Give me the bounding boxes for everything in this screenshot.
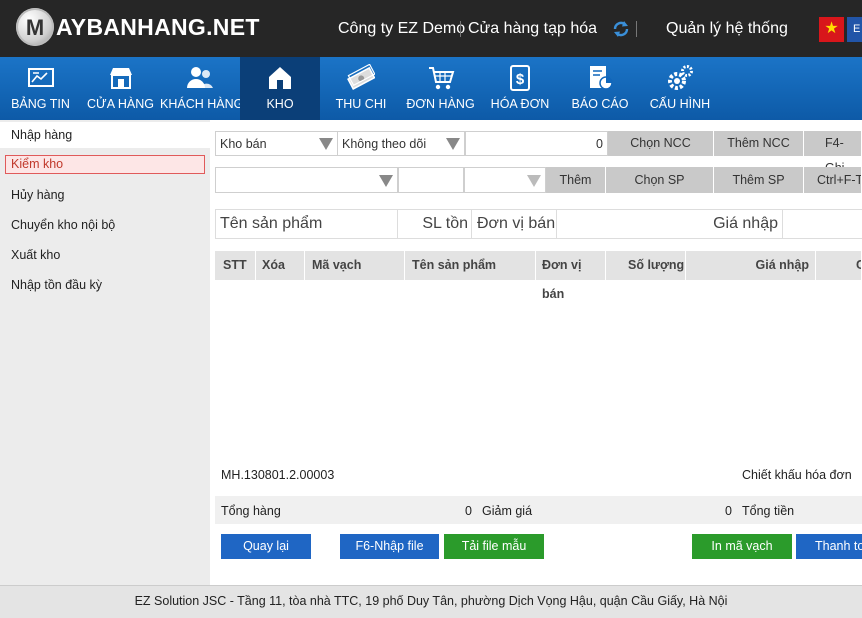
chevron-down-icon [379, 175, 393, 187]
import-file-button[interactable]: F6-Nhập file [340, 534, 439, 559]
footer: EZ Solution JSC - Tầng 11, tòa nhà TTC, … [0, 585, 862, 618]
print-barcode-button[interactable]: In mã vạch [692, 534, 792, 559]
amount-value: 0 [596, 137, 603, 151]
add-product-button[interactable]: Thêm SP [714, 167, 804, 193]
receipt-code: MH.130801.2.00003 [221, 468, 335, 482]
sidebar-item-cancel[interactable]: Hủy hàng [0, 182, 210, 208]
sidebar-item-transfer[interactable]: Chuyển kho nội bộ [0, 212, 210, 238]
total-items-value: 0 [465, 504, 472, 518]
sidebar-item-opening-stock[interactable]: Nhập tồn đầu kỳ [0, 272, 210, 298]
choose-product-button[interactable]: Chọn SP [606, 167, 714, 193]
logo-letter: M [25, 15, 45, 40]
nav-item-settings[interactable]: CẤU HÌNH [639, 57, 721, 120]
nav-label: HÓA ĐƠN [490, 97, 550, 111]
nav-label: CỬA HÀNG [87, 97, 154, 111]
discount-label: Giảm giá [482, 504, 533, 518]
nav-item-orders[interactable]: ĐƠN HÀNG [402, 57, 479, 120]
sidebar-item-export[interactable]: Xuất kho [0, 242, 210, 268]
warehouse-icon [269, 67, 291, 89]
col-unit: Đơn vị bán [536, 251, 606, 301]
col-import-price: Giá nhập [686, 251, 816, 280]
settings-icon [668, 65, 693, 90]
warehouse-select[interactable]: Kho bán [215, 131, 338, 156]
entry-unit: Đơn vị bán [472, 209, 557, 239]
download-template-button[interactable]: Tải file mẫu [444, 534, 544, 559]
invoice-discount-label: Chiết khấu hóa đơn [742, 468, 852, 482]
main-nav: BẢNG TIN CỬA HÀNG KHÁCH HÀNG KHO THU CHI… [0, 57, 862, 120]
col-stt: STT [215, 251, 256, 280]
add-supplier-button[interactable]: Thêm NCC [714, 131, 804, 156]
tracking-select-value: Không theo dõi [342, 137, 427, 151]
col-delete: Xóa [256, 251, 305, 280]
product-search-select[interactable] [215, 167, 398, 193]
nav-label: ĐƠN HÀNG [406, 97, 475, 111]
nav-item-warehouse[interactable]: KHO [240, 57, 320, 120]
tracking-select[interactable]: Không theo dõi [337, 131, 465, 156]
nav-label: CẤU HÌNH [649, 97, 711, 111]
nav-label: KHO [266, 97, 294, 111]
back-button[interactable]: Quay lại [221, 534, 311, 559]
flag-star: ★ [824, 20, 839, 37]
store-name[interactable]: Cửa hàng tạp hóa [468, 20, 597, 38]
svg-text:$: $ [516, 71, 525, 88]
report-icon [590, 66, 613, 90]
col-extra-label: C [856, 258, 861, 272]
nav-item-dashboard[interactable]: BẢNG TIN [0, 57, 81, 120]
col-extra: C [816, 251, 862, 280]
header-divider [460, 21, 461, 37]
cart-icon [428, 67, 454, 90]
pay-button[interactable]: Thanh to [796, 534, 862, 559]
quantity-input[interactable] [398, 167, 464, 193]
total-money-label: Tổng tiền [742, 504, 795, 518]
store-icon [109, 68, 132, 89]
nav-item-customers[interactable]: KHÁCH HÀNG [160, 57, 244, 120]
unit-select[interactable] [464, 167, 546, 193]
logo-icon[interactable]: M [16, 8, 54, 46]
header-divider [636, 21, 637, 37]
save-button[interactable]: F4-Ghi [804, 131, 862, 175]
warehouse-select-value: Kho bán [220, 137, 267, 151]
english-language-button[interactable]: E [847, 17, 862, 42]
col-barcode: Mã vạch [305, 251, 405, 280]
sidebar-item-stock-check[interactable]: Kiểm kho [5, 155, 205, 174]
total-items-label: Tổng hàng [221, 504, 281, 518]
nav-item-store[interactable]: CỬA HÀNG [81, 57, 160, 120]
nav-item-reports[interactable]: BÁO CÁO [561, 57, 639, 120]
chevron-down-icon [319, 138, 333, 150]
col-quantity: Số lượng [606, 251, 686, 280]
nav-label: BÁO CÁO [571, 97, 629, 111]
nav-item-invoices[interactable]: $ HÓA ĐƠN [479, 57, 561, 120]
add-button[interactable]: Thêm [546, 167, 606, 193]
entry-product-name: Tên sản phẩm [215, 209, 398, 239]
dashboard-icon [27, 68, 54, 87]
invoice-icon: $ [510, 65, 530, 91]
sidebar: Nhập hàng Kiểm kho Hủy hàng Chuyển kho n… [0, 120, 210, 585]
customers-icon [187, 67, 213, 88]
chevron-down-icon [446, 138, 460, 150]
amount-field[interactable]: 0 [465, 131, 608, 156]
col-product-name: Tên sản phẩm [405, 251, 536, 280]
chevron-down-icon [527, 175, 541, 187]
discount-value: 0 [725, 504, 732, 518]
nav-label: BẢNG TIN [11, 97, 70, 111]
sync-icon[interactable] [612, 20, 630, 38]
company-name[interactable]: Công ty EZ Demo [338, 20, 465, 38]
entry-stock: SL tồn [398, 209, 472, 239]
logo-text[interactable]: AYBANHANG.NET [56, 14, 260, 41]
nav-label: THU CHI [335, 97, 387, 111]
admin-link[interactable]: Quản lý hệ thống [666, 20, 788, 38]
sidebar-item-import[interactable]: Nhập hàng [0, 122, 210, 148]
nav-label: KHÁCH HÀNG [160, 97, 244, 111]
nav-item-finance[interactable]: THU CHI [320, 57, 402, 120]
choose-supplier-button[interactable]: Chọn NCC [608, 131, 714, 156]
find-shortcut-button[interactable]: Ctrl+F-Tì [804, 167, 862, 193]
vietnam-flag-icon[interactable]: ★ [819, 17, 844, 42]
money-icon [347, 64, 375, 90]
entry-import-price: Giá nhập [557, 209, 783, 239]
